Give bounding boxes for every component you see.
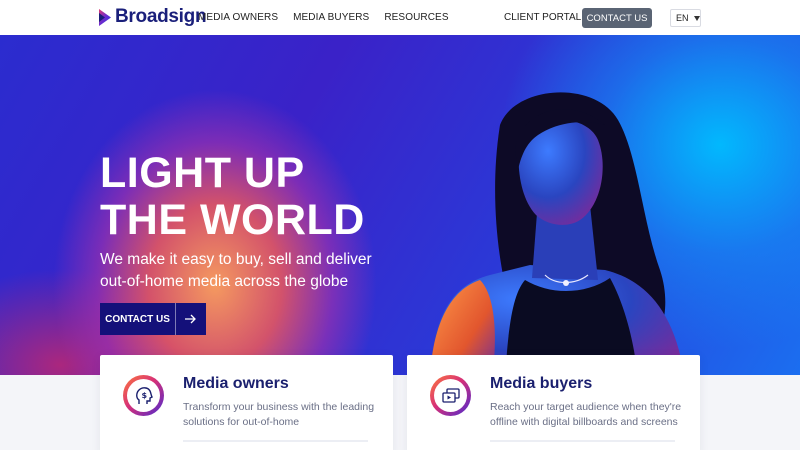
card-divider [490,440,675,442]
hero-section: LIGHT UP THE WORLD We make it easy to bu… [0,35,800,375]
caret-down-icon [693,15,700,21]
hero-contact-button[interactable]: CONTACT US [100,303,206,335]
broadsign-logo-icon [99,8,111,26]
hero-title: LIGHT UP THE WORLD [100,150,365,244]
media-buyers-card[interactable]: Media buyers Reach your target audience … [407,355,700,450]
nav-media-owners[interactable]: MEDIA OWNERS [198,12,278,23]
site-header: Broadsign MEDIA OWNERS MEDIA BUYERS RESO… [0,0,800,35]
language-select[interactable]: EN [670,9,701,27]
card-title: Media owners [183,375,289,392]
card-description: Reach your target audience when they're … [490,401,682,428]
nav-media-buyers[interactable]: MEDIA BUYERS [293,12,369,23]
main-nav: MEDIA OWNERS MEDIA BUYERS RESOURCES [198,12,464,23]
brand-name: Broadsign [115,6,207,27]
media-owners-card[interactable]: $ Media owners Transform your business w… [100,355,393,450]
svg-text:$: $ [141,391,147,400]
nav-resources[interactable]: RESOURCES [384,12,448,23]
card-divider [183,440,368,442]
card-title: Media buyers [490,375,593,392]
hero-portrait-image [430,92,685,375]
hero-title-line-1: LIGHT UP [100,149,305,197]
header-contact-button[interactable]: CONTACT US [582,8,652,28]
arrow-right-icon [175,303,206,335]
dollar-head-icon: $ [123,375,164,416]
hero-title-line-2: THE WORLD [100,196,365,244]
brand-logo[interactable]: Broadsign [98,6,207,28]
play-screens-icon [430,375,471,416]
client-portal-link[interactable]: CLIENT PORTAL [504,12,581,23]
language-value: EN [676,13,689,23]
card-description: Transform your business with the leading… [183,401,375,428]
hero-subtitle: We make it easy to buy, sell and deliver… [100,251,372,290]
hero-contact-label: CONTACT US [105,313,170,325]
